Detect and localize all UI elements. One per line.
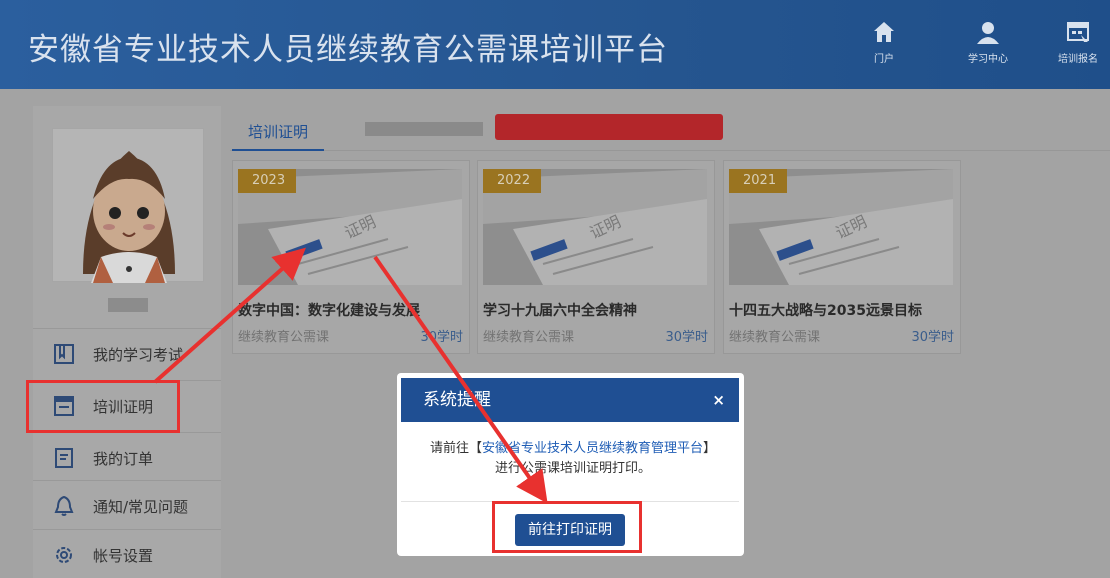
course-type: 继续教育公需课: [238, 330, 330, 345]
redacted-notice: [495, 114, 723, 140]
sidebar-item-label: 帐号设置: [93, 546, 154, 565]
course-hours: 30学时: [665, 330, 708, 345]
course-type: 继续教育公需课: [729, 330, 821, 345]
course-title[interactable]: 学习十九届六中全会精神: [483, 300, 637, 320]
sidebar-item-account-settings[interactable]: 帐号设置: [33, 530, 221, 578]
year-badge: 2022: [483, 169, 541, 193]
message-prefix: 请前往【: [429, 441, 482, 456]
nav-portal[interactable]: 门户: [854, 20, 914, 65]
sidebar-item-study-exam[interactable]: 我的学习考试: [33, 329, 221, 379]
avatar[interactable]: [52, 128, 204, 283]
top-header: 安徽省专业技术人员继续教育公需课培训平台 门户 学习中心 培训报名: [0, 0, 1110, 89]
order-icon: [55, 448, 73, 468]
dialog-title: 系统提醒: [423, 390, 491, 410]
course-type: 继续教育公需课: [483, 330, 575, 345]
nav-signup-label: 培训报名: [1058, 54, 1098, 65]
sidebar-item-label: 我的学习考试: [93, 345, 184, 364]
nav-portal-label: 门户: [874, 54, 894, 65]
book-icon: [54, 344, 74, 364]
tabs-underline: [230, 150, 1110, 151]
year-badge: 2021: [729, 169, 787, 193]
avatar-illustration: [83, 151, 175, 283]
nav-learning-center-label: 学习中心: [968, 54, 1008, 65]
bell-icon: [54, 495, 74, 516]
home-icon: [874, 22, 894, 42]
management-platform-link[interactable]: 安徽省专业技术人员继续教育管理平台: [482, 441, 703, 456]
course-hours: 30学时: [911, 330, 954, 345]
dialog-message: 请前往【安徽省专业技术人员继续教育管理平台】进行公需课培训证明打印。: [427, 439, 719, 479]
sidebar-item-label: 通知/常见问题: [93, 497, 189, 516]
nav-signup[interactable]: 培训报名: [1048, 20, 1108, 65]
sidebar-item-orders[interactable]: 我的订单: [33, 433, 221, 483]
highlight-print-button: [492, 501, 642, 553]
course-card[interactable]: 证明 2021 十四五大战略与2035远景目标 继续教育公需课 30学时: [723, 160, 961, 354]
site-title[interactable]: 安徽省专业技术人员继续教育公需课培训平台: [28, 24, 668, 69]
tab-certificate[interactable]: 培训证明: [232, 119, 324, 151]
course-hours: 30学时: [420, 330, 463, 345]
nav-learning-center[interactable]: 学习中心: [958, 20, 1018, 65]
sidebar-item-notices[interactable]: 通知/常见问题: [33, 481, 221, 531]
highlight-sidebar-certificate: [26, 380, 180, 433]
sidebar-item-label: 我的订单: [93, 449, 154, 468]
course-title[interactable]: 数字中国：数字化建设与发展: [238, 300, 420, 320]
dialog-header: 系统提醒 ×: [401, 378, 739, 422]
user-name-redacted: [108, 298, 148, 312]
course-title[interactable]: 十四五大战略与2035远景目标: [729, 300, 922, 320]
gear-icon: [56, 547, 72, 563]
course-card[interactable]: 证明 2022 学习十九届六中全会精神 继续教育公需课 30学时: [477, 160, 715, 354]
signup-icon: [1067, 22, 1089, 42]
tab-redacted[interactable]: [365, 122, 483, 136]
course-card[interactable]: 证明 2023 数字中国：数字化建设与发展 继续教育公需课 30学时: [232, 160, 470, 354]
year-badge: 2023: [238, 169, 296, 193]
user-icon: [977, 22, 999, 44]
close-icon[interactable]: ×: [712, 378, 725, 422]
